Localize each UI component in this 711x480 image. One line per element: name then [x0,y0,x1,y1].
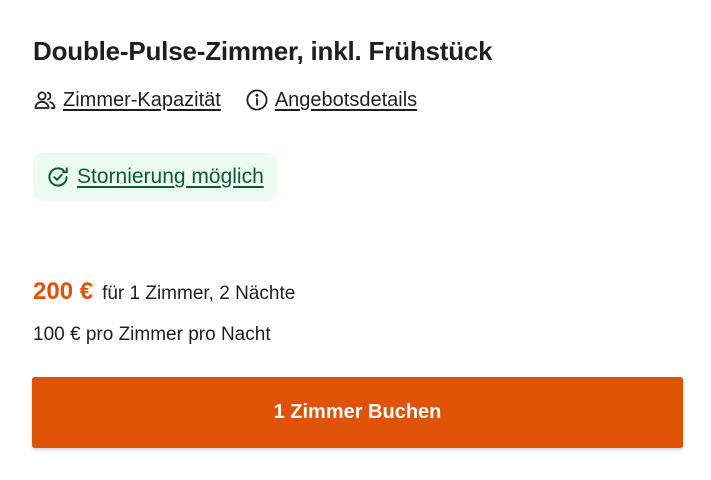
info-icon [245,88,269,112]
price-per-night: 100 € pro Zimmer pro Nacht [33,324,271,345]
price-summary: 200 € für 1 Zimmer, 2 Nächte [33,278,295,314]
cancellation-badge[interactable]: Stornierung möglich [33,153,277,201]
cancellation-label: Stornierung möglich [77,165,264,188]
room-title: Double-Pulse-Zimmer, inkl. Frühstück [33,36,493,66]
offer-details-link[interactable]: Angebotsdetails [245,86,417,114]
price-detail: für 1 Zimmer, 2 Nächte [102,283,296,304]
total-price: 200 € [33,278,94,305]
offer-details-link-label: Angebotsdetails [274,89,418,111]
capacity-link[interactable]: Zimmer-Kapazität [33,86,221,114]
room-offer-card: Double-Pulse-Zimmer, inkl. Frühstück Zim… [0,0,711,480]
clock-check-icon [46,165,70,189]
room-links: Zimmer-Kapazität Angebotsdetails [33,86,417,114]
book-room-button[interactable]: 1 Zimmer Buchen [32,377,683,448]
people-icon [33,88,57,112]
capacity-link-label: Zimmer-Kapazität [63,89,221,111]
